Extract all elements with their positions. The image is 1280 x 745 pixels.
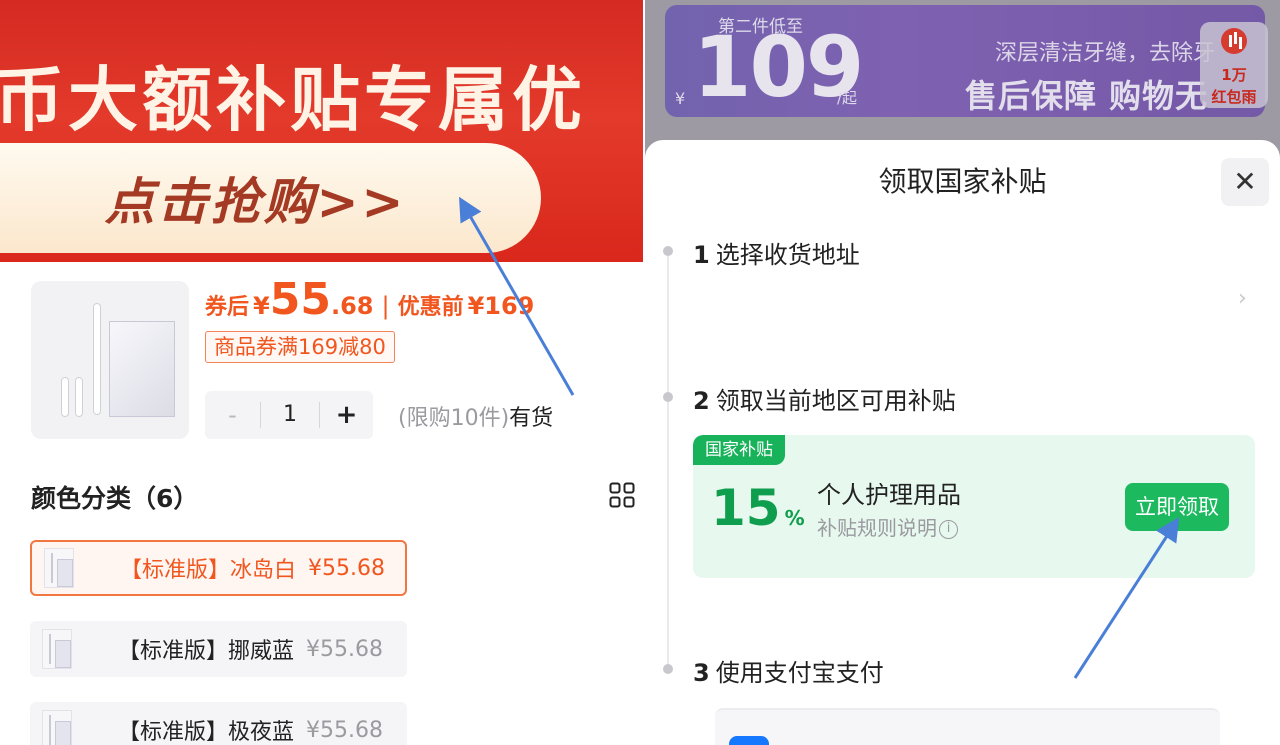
brush-head-image: [75, 377, 83, 417]
national-subsidy-badge: 国家补贴: [693, 435, 785, 465]
step-timeline: [667, 256, 669, 666]
subsidy-panel: 第二件低至 ¥ 109 /起 深层清洁牙缝，去除牙 售后保障 购物无 1万 红包…: [645, 0, 1280, 745]
banner-buy-label: 点击抢购>>: [104, 173, 407, 231]
grid-view-icon[interactable]: [609, 482, 635, 508]
red-packet-count: 1万: [1221, 66, 1247, 84]
step-dot: [663, 664, 673, 674]
red-packet-label: 红包雨: [1211, 88, 1257, 106]
info-icon: i: [939, 520, 958, 539]
variant-name: 【标准版】冰岛白: [120, 558, 297, 583]
price-currency: ¥: [253, 292, 270, 320]
price-separator: |: [381, 292, 390, 320]
red-packet-icon: [1221, 28, 1247, 54]
sheet-title: 领取国家补贴: [878, 165, 1047, 198]
promo-tagline: 售后保障 购物无: [965, 77, 1209, 115]
step-label: 领取当前地区可用补贴: [715, 387, 956, 415]
variant-price: ¥55.68: [306, 636, 383, 662]
product-detail-panel: 币大额补贴专属优 点击抢购>> 券后 ¥ 55 .68 | 优惠前 ¥169 商…: [0, 0, 643, 745]
subsidy-category: 个人护理用品: [817, 481, 961, 509]
subsidy-banner[interactable]: 币大额补贴专属优 点击抢购>>: [0, 0, 643, 262]
coupon-tag: 商品券满169减80: [205, 331, 395, 363]
banner-slogan: 币大额补贴专属优: [0, 59, 586, 141]
step-number: 3: [693, 659, 710, 687]
variant-price: ¥55.68: [306, 717, 383, 743]
subsidy-bottom-sheet: 领取国家补贴 ✕ 1 选择收货地址 › 2 领取当前地区可用补贴 国家补贴 15% …: [645, 140, 1280, 745]
chevron-right-icon[interactable]: ›: [1238, 286, 1247, 311]
close-icon: ✕: [1233, 165, 1257, 198]
subsidy-percent-value: 15: [711, 479, 781, 537]
subsidy-percent-unit: %: [784, 506, 805, 530]
variant-name: 【标准版】极夜蓝: [118, 720, 295, 745]
step-dot: [663, 246, 673, 256]
product-thumbnail[interactable]: [31, 281, 189, 439]
alipay-payment-card[interactable]: [715, 708, 1220, 745]
subsidy-percent: 15%: [711, 479, 805, 537]
color-variant-item[interactable]: 【标准版】挪威蓝 ¥55.68: [30, 621, 407, 677]
price-integer: 55: [269, 274, 331, 325]
step-number: 1: [693, 241, 710, 269]
red-packet-rain-widget[interactable]: 1万 红包雨: [1200, 22, 1268, 108]
price-row: 券后 ¥ 55 .68 | 优惠前 ¥169: [205, 278, 534, 322]
color-category-title: 颜色分类（6）: [31, 484, 199, 513]
color-variant-item[interactable]: 【标准版】冰岛白 ¥55.68: [30, 540, 407, 596]
promo-banner[interactable]: 第二件低至 ¥ 109 /起 深层清洁牙缝，去除牙 售后保障 购物无: [665, 5, 1265, 117]
step-number: 2: [693, 387, 710, 415]
limit-text: (限购10件): [398, 406, 510, 431]
step-1-title[interactable]: 1 选择收货地址: [693, 235, 860, 270]
promo-currency: ¥: [675, 89, 686, 108]
step-label: 选择收货地址: [715, 241, 860, 269]
color-variant-item[interactable]: 【标准版】极夜蓝 ¥55.68: [30, 702, 407, 745]
price-decimal: .68: [330, 292, 374, 320]
quantity-increase-button[interactable]: +: [320, 400, 373, 430]
subsidy-card: 国家补贴 15% 个人护理用品 补贴规则说明 i 立即领取: [693, 435, 1255, 578]
quantity-value[interactable]: 1: [260, 402, 320, 428]
promo-unit: /起: [837, 89, 858, 107]
subsidy-rule-link[interactable]: 补贴规则说明 i: [817, 512, 958, 541]
subsidy-rule-text: 补贴规则说明: [817, 516, 937, 540]
quantity-stepper: - 1 +: [205, 391, 373, 439]
original-price-label: 优惠前: [397, 295, 464, 320]
variant-price: ¥55.68: [308, 555, 385, 581]
toothbrush-image: [93, 303, 101, 415]
step-3-title: 3 使用支付宝支付: [693, 653, 884, 688]
quantity-decrease-button[interactable]: -: [205, 401, 260, 429]
step-label: 使用支付宝支付: [715, 659, 884, 687]
promo-description: 深层清洁牙缝，去除牙: [995, 41, 1216, 66]
variant-thumbnail: [42, 710, 72, 745]
variant-thumbnail: [42, 629, 72, 669]
purchase-limit-note: (限购10件)有货: [398, 400, 553, 432]
alipay-icon: [729, 736, 769, 745]
price-label: 券后: [205, 295, 250, 320]
banner-buy-button[interactable]: 点击抢购>>: [0, 143, 541, 253]
variant-name: 【标准版】挪威蓝: [118, 639, 295, 664]
step-2-title: 2 领取当前地区可用补贴: [693, 381, 956, 416]
step-dot: [663, 392, 673, 402]
variant-thumbnail: [44, 548, 74, 588]
close-button[interactable]: ✕: [1221, 158, 1269, 206]
brush-head-image: [61, 377, 69, 417]
claim-now-button[interactable]: 立即领取: [1125, 483, 1229, 531]
product-box-image: [109, 321, 175, 417]
stock-status: 有货: [509, 406, 554, 431]
original-price: ¥169: [467, 292, 535, 320]
